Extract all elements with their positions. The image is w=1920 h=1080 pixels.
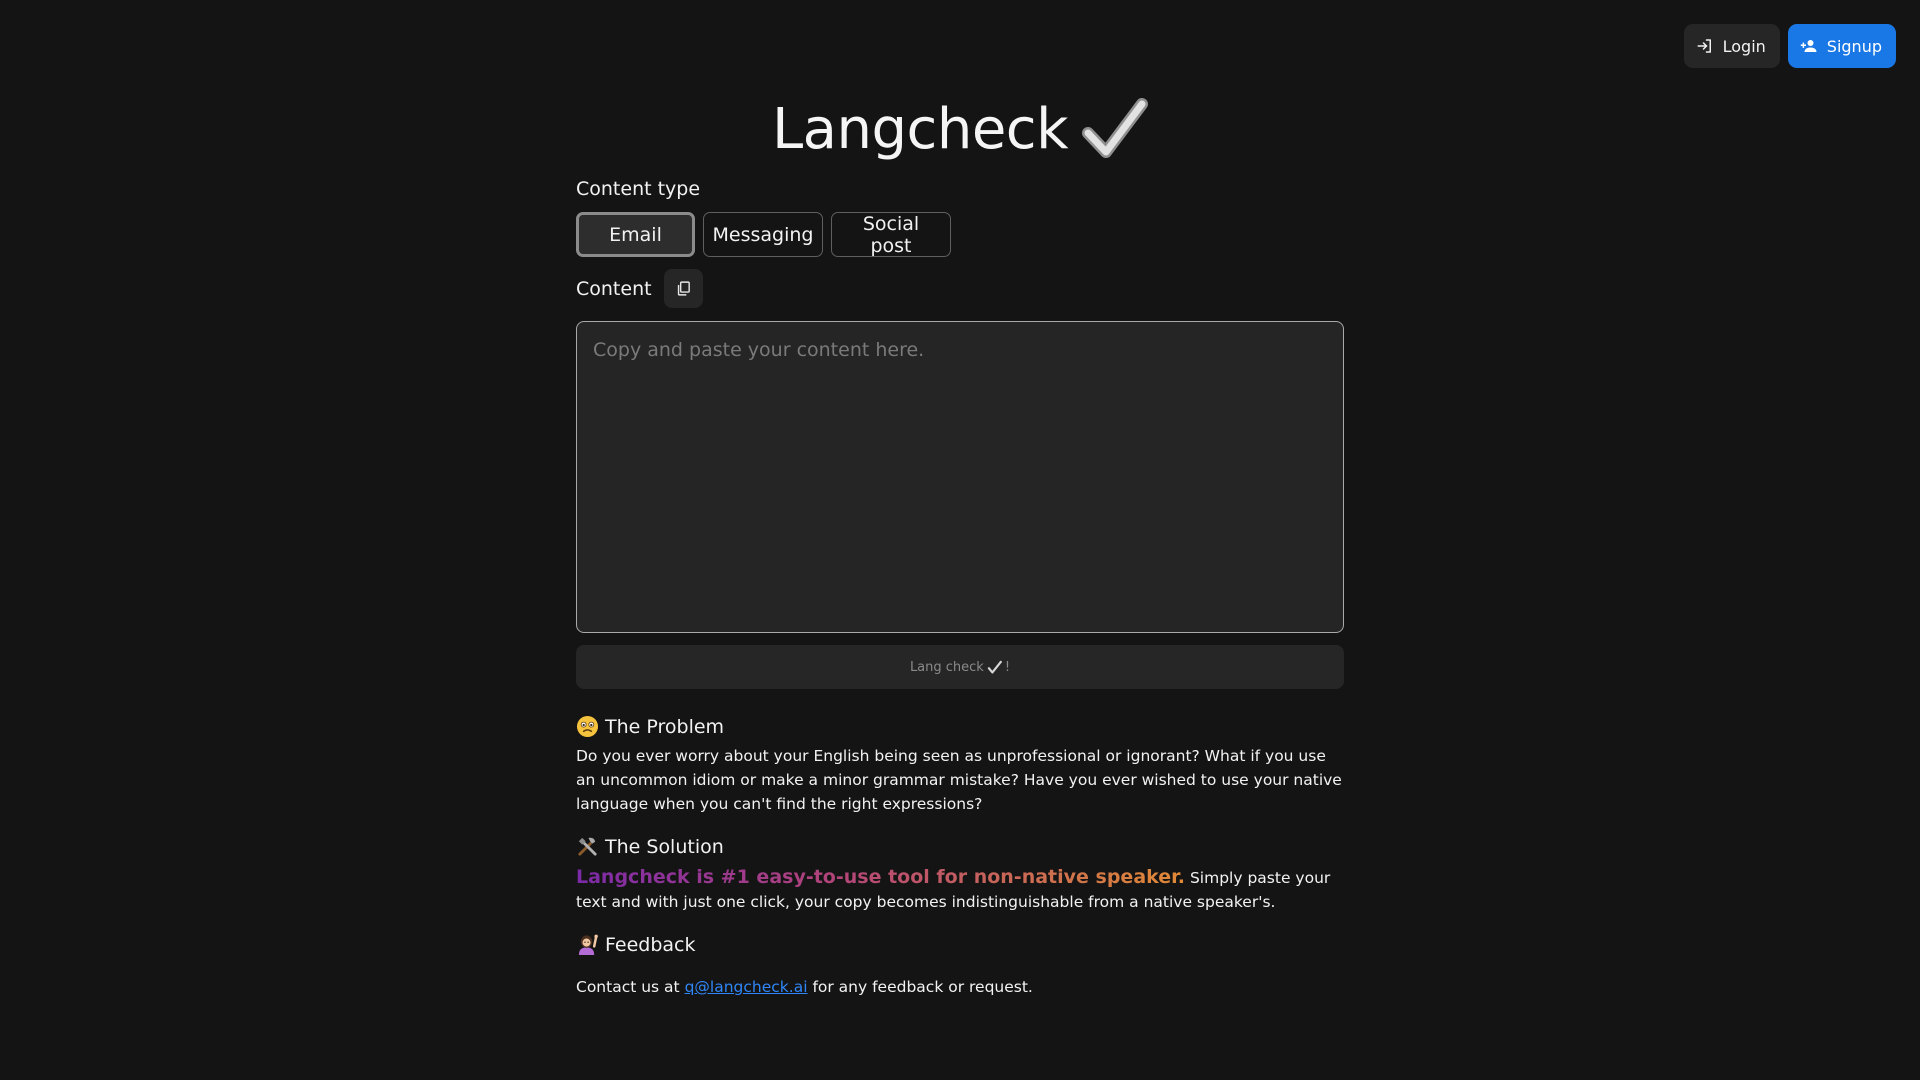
login-icon xyxy=(1697,39,1711,53)
feedback-email-link[interactable]: q@langcheck.ai xyxy=(685,978,808,996)
page-title: Langcheck xyxy=(576,96,1344,162)
feedback-suffix: for any feedback or request. xyxy=(812,978,1033,996)
worried-face-icon xyxy=(576,715,599,738)
check-mark-icon xyxy=(987,660,1002,674)
problem-title: The Problem xyxy=(605,715,725,738)
lang-check-button[interactable]: Lang check ! xyxy=(576,645,1344,689)
copy-button[interactable] xyxy=(663,269,703,308)
feedback-heading: Feedback xyxy=(576,933,695,956)
problem-text: Do you ever worry about your English bei… xyxy=(576,747,1342,813)
check-mark-icon xyxy=(1082,98,1148,158)
content-label: Content xyxy=(576,277,652,300)
content-input[interactable] xyxy=(576,321,1344,633)
auth-buttons: Login Signup xyxy=(1683,24,1896,68)
feedback-text: Contact us at q@langcheck.ai for any fee… xyxy=(576,975,1344,999)
content-type-label: Content type xyxy=(576,178,701,200)
add-user-icon xyxy=(1800,40,1817,52)
content-header: Content xyxy=(576,269,703,308)
solution-heading: The Solution xyxy=(576,835,724,858)
app-title: Langcheck xyxy=(771,96,1069,162)
problem-heading: The Problem xyxy=(576,715,724,738)
signup-button[interactable]: Signup xyxy=(1787,24,1896,68)
feedback-prefix: Contact us at xyxy=(576,978,680,996)
login-label: Login xyxy=(1722,36,1766,56)
content-type-email[interactable]: Email xyxy=(576,212,695,257)
solution-text: Langcheck is #1 easy-to-use tool for non… xyxy=(576,865,1344,914)
content-type-social-post[interactable]: Social post xyxy=(831,212,951,257)
feedback-title: Feedback xyxy=(605,933,696,956)
content-type-options: Email Messaging Social post xyxy=(576,212,951,257)
signup-label: Signup xyxy=(1826,36,1882,56)
solution-highlight: Langcheck is #1 easy-to-use tool for non… xyxy=(576,866,1186,888)
content-type-messaging[interactable]: Messaging xyxy=(703,212,823,257)
solution-title: The Solution xyxy=(605,835,724,858)
lang-check-label: Lang check xyxy=(909,659,984,675)
lang-check-exclaim: ! xyxy=(1004,659,1011,675)
raising-hand-person-icon xyxy=(578,934,598,956)
login-button[interactable]: Login xyxy=(1683,24,1780,68)
tools-icon xyxy=(578,837,597,856)
copy-icon xyxy=(677,281,690,296)
